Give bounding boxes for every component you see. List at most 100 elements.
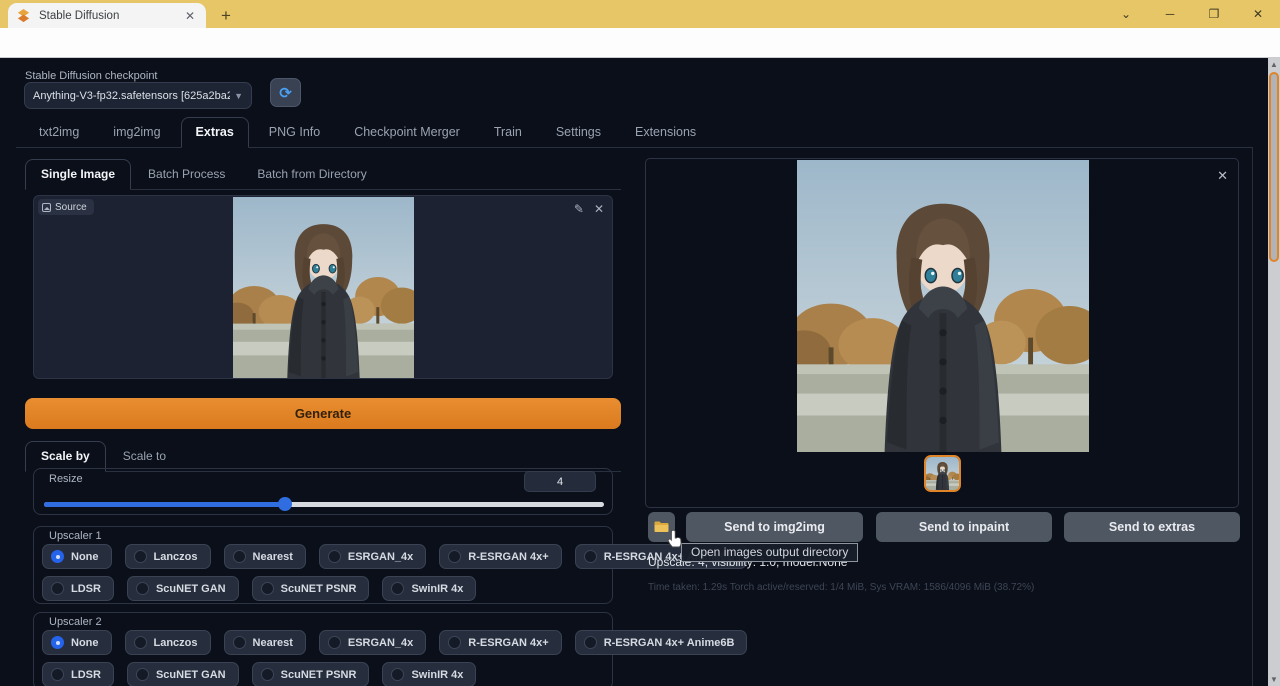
- tab-img2img[interactable]: img2img: [99, 118, 174, 147]
- radio-icon: [584, 550, 597, 563]
- upscaler1-option-scunet-psnr[interactable]: ScuNET PSNR: [252, 576, 370, 601]
- upscaler2-option-scunet-gan[interactable]: ScuNET GAN: [127, 662, 239, 686]
- checkpoint-label: Stable Diffusion checkpoint: [25, 70, 158, 82]
- upscaler1-option-none[interactable]: None: [42, 544, 112, 569]
- upscaler1-group: Upscaler 1 None Lanczos Nearest ESRGAN_4…: [33, 526, 613, 604]
- clear-image-icon[interactable]: ✕: [594, 202, 604, 216]
- resize-value-input[interactable]: 4: [524, 471, 596, 492]
- radio-icon: [233, 636, 246, 649]
- mouse-cursor-icon: [666, 528, 684, 548]
- slider-handle[interactable]: [278, 497, 292, 511]
- browser-toolbar: ← → ⟳ i 127.0.0.1:7860 ★ G ⋮: [0, 28, 1280, 58]
- upscaler2-option-resrgan4x[interactable]: R-ESRGAN 4x+: [439, 630, 561, 655]
- result-image[interactable]: [797, 160, 1089, 452]
- window-minimize-button[interactable]: ─: [1148, 0, 1192, 28]
- stable-diffusion-favicon: [16, 8, 31, 23]
- result-thumbnail[interactable]: [924, 455, 961, 492]
- scrollbar-up-icon[interactable]: ▲: [1268, 58, 1280, 71]
- window-maximize-button[interactable]: ❐: [1192, 0, 1236, 28]
- upscaler1-option-resrgan4x[interactable]: R-ESRGAN 4x+: [439, 544, 561, 569]
- generate-button[interactable]: Generate: [25, 398, 621, 429]
- upscaler2-option-none[interactable]: None: [42, 630, 112, 655]
- tab-close-icon[interactable]: ✕: [182, 8, 198, 24]
- radio-selected-icon: [51, 636, 64, 649]
- upscaler2-option-resrgan-anime6b[interactable]: R-ESRGAN 4x+ Anime6B: [575, 630, 748, 655]
- tab-extensions[interactable]: Extensions: [621, 118, 710, 147]
- subtab-batch-process[interactable]: Batch Process: [133, 160, 240, 189]
- send-to-inpaint-button[interactable]: Send to inpaint: [876, 512, 1052, 542]
- radio-icon: [328, 550, 341, 563]
- scrollbar-thumb[interactable]: [1269, 72, 1279, 262]
- main-tab-bar: txt2img img2img Extras PNG Info Checkpoi…: [16, 119, 1253, 148]
- upscaler1-option-swinir4x[interactable]: SwinIR 4x: [382, 576, 476, 601]
- tab-txt2img[interactable]: txt2img: [25, 118, 93, 147]
- radio-icon: [233, 550, 246, 563]
- upscaler2-group: Upscaler 2 None Lanczos Nearest ESRGAN_4…: [33, 612, 613, 686]
- resize-group: Resize 4: [33, 468, 613, 515]
- subtab-single-image[interactable]: Single Image: [25, 159, 131, 190]
- radio-icon: [448, 636, 461, 649]
- slider-fill: [44, 502, 285, 507]
- new-tab-button[interactable]: +: [216, 6, 236, 26]
- sd-webui: Stable Diffusion checkpoint Anything-V3-…: [0, 58, 1268, 686]
- radio-icon: [136, 582, 149, 595]
- tab-train[interactable]: Train: [480, 118, 536, 147]
- folder-tooltip: Open images output directory: [681, 543, 858, 562]
- source-label: Source: [55, 202, 87, 213]
- upscaler1-option-ldsr[interactable]: LDSR: [42, 576, 114, 601]
- source-image[interactable]: [233, 197, 414, 378]
- upscaler1-option-scunet-gan[interactable]: ScuNET GAN: [127, 576, 239, 601]
- radio-icon: [261, 668, 274, 681]
- upscaler2-option-swinir4x[interactable]: SwinIR 4x: [382, 662, 476, 686]
- edit-image-icon[interactable]: ✎: [574, 202, 584, 216]
- radio-icon: [391, 582, 404, 595]
- result-gallery: ✕: [645, 158, 1239, 508]
- tab-checkpoint-merger[interactable]: Checkpoint Merger: [340, 118, 474, 147]
- browser-tab[interactable]: Stable Diffusion ✕: [8, 3, 206, 28]
- upscaler2-label: Upscaler 2: [49, 616, 102, 628]
- browser-tabstrip: Stable Diffusion ✕ + ⌄ ─ ❐ ✕: [0, 0, 1280, 28]
- radio-icon: [134, 550, 147, 563]
- radio-icon: [51, 668, 64, 681]
- radio-icon: [261, 582, 274, 595]
- radio-selected-icon: [51, 550, 64, 563]
- extras-subtab-bar: Single Image Batch Process Batch from Di…: [25, 160, 621, 190]
- subtab-batch-from-directory[interactable]: Batch from Directory: [242, 160, 381, 189]
- resize-label: Resize: [49, 473, 83, 485]
- source-image-dropzone[interactable]: Source ✎ ✕: [33, 195, 613, 379]
- upscaler2-option-lanczos[interactable]: Lanczos: [125, 630, 211, 655]
- source-tag: Source: [38, 199, 94, 215]
- window-chevron-icon[interactable]: ⌄: [1104, 0, 1148, 28]
- send-to-extras-button[interactable]: Send to extras: [1064, 512, 1240, 542]
- radio-icon: [448, 550, 461, 563]
- window-close-button[interactable]: ✕: [1236, 0, 1280, 28]
- performance-info-text: Time taken: 1.29s Torch active/reserved:…: [648, 582, 1034, 593]
- upscaler2-option-scunet-psnr[interactable]: ScuNET PSNR: [252, 662, 370, 686]
- upscaler2-option-ldsr[interactable]: LDSR: [42, 662, 114, 686]
- upscaler1-option-nearest[interactable]: Nearest: [224, 544, 306, 569]
- send-to-img2img-button[interactable]: Send to img2img: [686, 512, 863, 542]
- chevron-down-icon: ▼: [234, 91, 243, 101]
- upscaler2-option-esrgan4x[interactable]: ESRGAN_4x: [319, 630, 426, 655]
- tab-settings[interactable]: Settings: [542, 118, 615, 147]
- scrollbar-down-icon[interactable]: ▼: [1268, 673, 1280, 686]
- checkpoint-value: Anything-V3-fp32.safetensors [625a2ba2]: [33, 90, 230, 102]
- tab-extras[interactable]: Extras: [181, 117, 249, 148]
- upscaler2-option-nearest[interactable]: Nearest: [224, 630, 306, 655]
- subtab-scale-to[interactable]: Scale to: [108, 442, 181, 471]
- result-thumbnail-image: [926, 457, 959, 490]
- radio-icon: [584, 636, 597, 649]
- page-scrollbar[interactable]: ▲ ▼: [1268, 58, 1280, 686]
- upscaler1-option-lanczos[interactable]: Lanczos: [125, 544, 211, 569]
- checkpoint-dropdown[interactable]: Anything-V3-fp32.safetensors [625a2ba2] …: [24, 82, 252, 109]
- browser-tab-title: Stable Diffusion: [39, 10, 182, 22]
- tab-png-info[interactable]: PNG Info: [255, 118, 334, 147]
- screen: Stable Diffusion ✕ + ⌄ ─ ❐ ✕ ← → ⟳ i 127…: [0, 0, 1280, 686]
- resize-slider[interactable]: [44, 502, 604, 507]
- upscaler1-label: Upscaler 1: [49, 530, 102, 542]
- close-gallery-icon[interactable]: ✕: [1217, 168, 1228, 184]
- radio-icon: [391, 668, 404, 681]
- radio-icon: [51, 582, 64, 595]
- refresh-checkpoints-button[interactable]: ⟳: [270, 78, 301, 107]
- upscaler1-option-esrgan4x[interactable]: ESRGAN_4x: [319, 544, 426, 569]
